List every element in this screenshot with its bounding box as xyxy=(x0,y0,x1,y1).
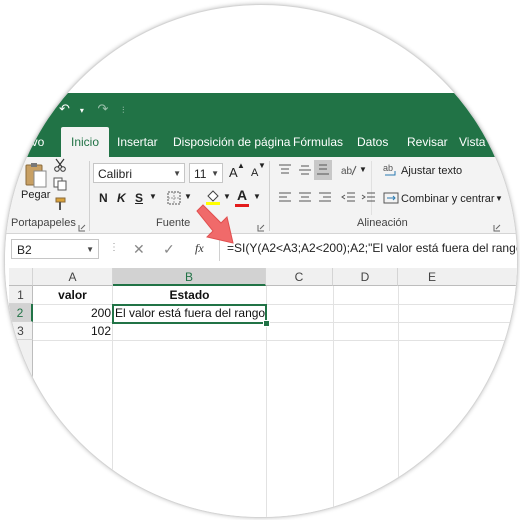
group-label-font: Fuente xyxy=(156,217,191,229)
group-divider xyxy=(269,161,270,231)
active-cell-border xyxy=(112,304,267,324)
row-header-empty xyxy=(9,340,33,517)
merge-center-button[interactable]: Combinar y centrar xyxy=(401,193,495,205)
chevron-down-icon[interactable]: ▼ xyxy=(253,192,261,201)
column-header-d[interactable]: D xyxy=(333,268,398,286)
font-color-button[interactable]: A xyxy=(237,187,247,203)
font-name-select[interactable]: Calibri ▼ xyxy=(93,163,185,183)
check-icon[interactable]: ✓ xyxy=(163,241,175,258)
format-painter-icon[interactable] xyxy=(53,197,67,216)
redo-icon[interactable]: ↷ xyxy=(98,101,109,116)
row-header-1[interactable]: 1 xyxy=(9,286,33,304)
name-box[interactable]: B2 ▼ xyxy=(11,239,99,259)
name-box-value: B2 xyxy=(17,243,32,257)
tab-datos[interactable]: Datos xyxy=(357,127,388,157)
magnifier-lens: ↶ ▾ ↷ ⫶ ivo Inicio Insertar Disposición d… xyxy=(4,4,518,518)
tab-insertar[interactable]: Insertar xyxy=(117,127,158,157)
increase-indent-icon[interactable] xyxy=(361,191,377,210)
chevron-down-icon[interactable]: ▼ xyxy=(495,194,503,203)
column-header-a[interactable]: A xyxy=(33,268,113,286)
svg-text:ab: ab xyxy=(341,166,353,177)
italic-button[interactable]: K xyxy=(117,191,126,205)
cell-a1[interactable]: valor xyxy=(33,286,112,304)
group-label-alignment: Alineación xyxy=(357,217,408,229)
column-header-e[interactable]: E xyxy=(398,268,517,286)
cancel-icon[interactable]: ✕ xyxy=(133,241,145,258)
fill-handle[interactable] xyxy=(263,320,270,327)
font-size-value: 11 xyxy=(194,167,207,181)
underline-button[interactable]: S xyxy=(135,191,143,205)
excel-window: ↶ ▾ ↷ ⫶ ivo Inicio Insertar Disposición d… xyxy=(5,5,517,517)
align-middle-icon[interactable] xyxy=(297,163,313,182)
row-header-3[interactable]: 3 xyxy=(9,322,33,340)
decrease-indent-icon[interactable] xyxy=(341,191,357,210)
wrap-text-icon[interactable]: ab xyxy=(383,162,399,183)
copy-icon[interactable] xyxy=(53,177,67,196)
undo-icon[interactable]: ↶ xyxy=(59,101,70,116)
more-dots-icon[interactable]: ⋮ xyxy=(109,242,119,253)
chevron-down-icon[interactable]: ▼ xyxy=(223,192,231,201)
column-header-b[interactable]: B xyxy=(113,268,266,286)
svg-text:ab: ab xyxy=(383,163,393,173)
row-header-2[interactable]: 2 xyxy=(9,304,33,322)
group-label-clipboard: Portapapeles xyxy=(11,217,76,229)
align-top-icon[interactable] xyxy=(277,163,293,182)
chevron-down-icon[interactable]: ▼ xyxy=(86,240,94,260)
cell-a2[interactable]: 200 xyxy=(33,304,111,322)
paste-button-label[interactable]: Pegar xyxy=(21,189,50,201)
group-divider xyxy=(89,161,90,231)
cut-icon[interactable] xyxy=(53,158,67,177)
chevron-down-icon: ▼ xyxy=(211,169,219,178)
tab-revisar[interactable]: Revisar xyxy=(407,127,448,157)
screenshot-stage: ↶ ▾ ↷ ⫶ ivo Inicio Insertar Disposición d… xyxy=(0,0,520,520)
tab-formulas[interactable]: Fórmulas xyxy=(293,127,343,157)
align-center-icon[interactable] xyxy=(297,191,313,210)
quick-access-toolbar: ↶ ▾ ↷ ⫶ xyxy=(59,101,134,117)
tab-vista[interactable]: Vista xyxy=(459,127,485,157)
merge-center-icon[interactable] xyxy=(383,191,399,210)
caret-down-icon: ▼ xyxy=(258,161,266,170)
gridline xyxy=(398,286,399,517)
wrap-text-button[interactable]: Ajustar texto xyxy=(401,165,462,177)
select-all-corner[interactable] xyxy=(9,268,33,286)
chevron-down-icon[interactable]: ▾ xyxy=(80,106,84,115)
bold-button[interactable]: N xyxy=(99,191,108,205)
cell-a3[interactable]: 102 xyxy=(33,322,111,340)
chevron-down-icon[interactable]: ▼ xyxy=(149,192,157,201)
annotation-arrow-icon xyxy=(196,204,234,244)
chevron-down-icon[interactable]: ▼ xyxy=(359,165,367,174)
gridline xyxy=(33,340,517,341)
cell-b1[interactable]: Estado xyxy=(113,286,266,304)
borders-icon[interactable] xyxy=(167,191,181,210)
font-size-select[interactable]: 11 ▼ xyxy=(189,163,223,183)
gridline xyxy=(333,286,334,517)
font-name-value: Calibri xyxy=(98,167,133,181)
orientation-icon[interactable]: ab xyxy=(341,163,357,182)
formula-input[interactable]: =SI(Y(A2<A3;A2<200);A2;"El valor está fu… xyxy=(227,241,517,255)
align-left-icon[interactable] xyxy=(277,191,293,210)
caret-up-icon: ▲ xyxy=(237,161,245,170)
align-right-icon[interactable] xyxy=(317,191,333,210)
tab-inicio[interactable]: Inicio xyxy=(61,127,110,157)
chevron-down-icon: ▼ xyxy=(173,169,181,178)
align-bottom-icon[interactable] xyxy=(314,160,332,180)
customize-icon[interactable]: ⫶ xyxy=(122,105,124,115)
column-header-c[interactable]: C xyxy=(266,268,333,286)
tab-archivo[interactable]: ivo xyxy=(29,127,44,157)
chevron-down-icon[interactable]: ▼ xyxy=(184,192,192,201)
tab-disposicion-de-pagina[interactable]: Disposición de página xyxy=(173,127,290,157)
